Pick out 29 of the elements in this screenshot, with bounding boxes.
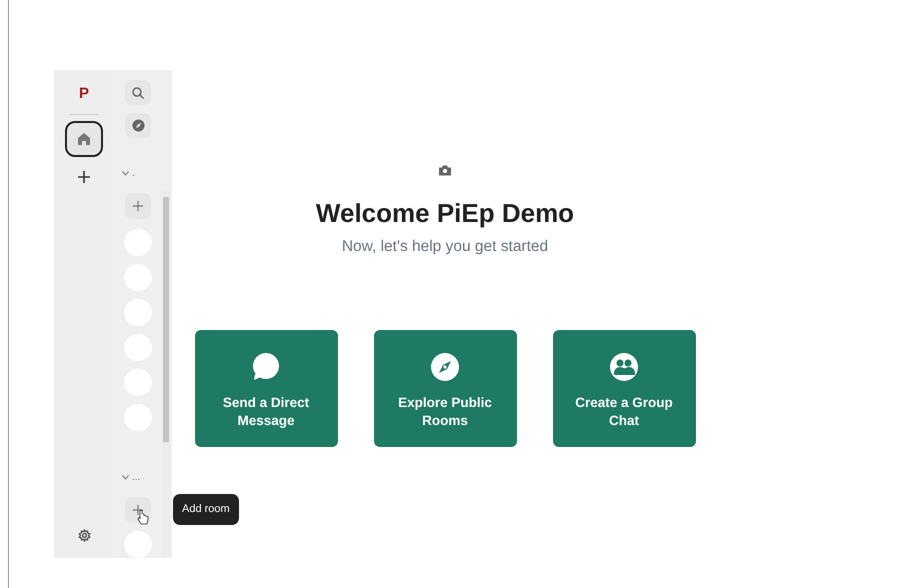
home-icon — [77, 132, 91, 146]
plus-icon — [133, 505, 143, 516]
search-icon — [132, 86, 144, 98]
tooltip: Add room — [173, 494, 239, 525]
add-space-button[interactable] — [78, 171, 90, 183]
welcome-title: Welcome PiEp Demo — [316, 198, 574, 230]
chevron-icon[interactable] — [122, 171, 129, 176]
compass-icon — [430, 352, 460, 382]
cursor-icon — [137, 509, 149, 526]
group-card[interactable]: Create a Group Chat — [552, 330, 696, 448]
chevron-icon[interactable] — [122, 475, 129, 480]
plus-icon — [133, 201, 143, 211]
settings-button[interactable] — [78, 529, 90, 542]
welcome-subtitle: Now, let's help you get started — [342, 237, 548, 258]
people-icon — [609, 352, 639, 382]
explore-card[interactable]: Explore Public Rooms — [374, 330, 516, 448]
chat-bubble-icon — [251, 352, 281, 382]
search-button[interactable] — [125, 80, 151, 105]
settings-icon — [78, 529, 90, 542]
add-room-button[interactable] — [125, 193, 151, 219]
space-avatar[interactable]: P — [70, 82, 98, 106]
home-button[interactable] — [67, 123, 101, 155]
plus-icon — [78, 171, 90, 183]
section-title[interactable]: . — [132, 166, 135, 181]
section-title[interactable]: ... — [132, 470, 140, 486]
compass-icon — [132, 119, 144, 132]
explore-button[interactable] — [125, 113, 151, 138]
message-card[interactable]: Send a Direct Message — [194, 330, 338, 448]
camera-icon[interactable] — [438, 165, 452, 176]
